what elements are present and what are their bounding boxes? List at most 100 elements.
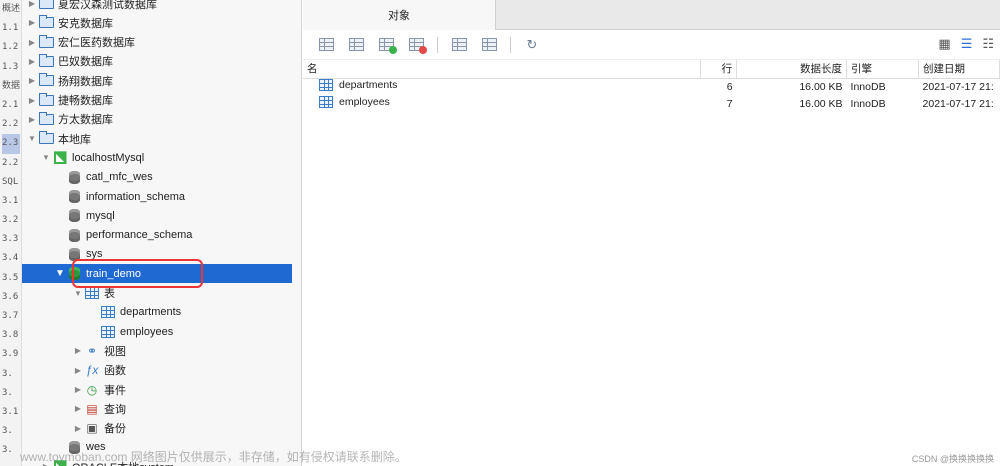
sidebar-item-事件[interactable]: ▶ ◷ 事件 — [22, 380, 292, 399]
chevron-right-icon[interactable]: ▶ — [26, 57, 38, 66]
chevron-down-icon[interactable]: ▼ — [54, 268, 66, 279]
export-wizard-button[interactable] — [478, 35, 500, 55]
sidebar-item-夏宏汉森测试数据库[interactable]: ▶ 夏宏汉森测试数据库 — [22, 0, 292, 13]
sidebar-item-扬翔数据库[interactable]: ▶ 扬翔数据库 — [22, 71, 292, 90]
folder-icon — [38, 34, 54, 49]
sidebar-item-information_schema[interactable]: information_schema — [22, 187, 292, 206]
created-date: 2021-07-17 21: — [922, 97, 994, 110]
line-number: 3.7 — [2, 311, 19, 321]
column-header-rows[interactable]: 行 — [700, 60, 738, 79]
sidebar-item-employees[interactable]: employees — [22, 322, 292, 341]
line-number: 概述 — [2, 4, 21, 14]
line-number: 3. — [2, 387, 13, 398]
sidebar-item-备份[interactable]: ▶ ▣ 备份 — [22, 419, 292, 438]
folder-icon — [38, 92, 54, 107]
folder-icon — [38, 111, 54, 126]
chevron-right-icon[interactable]: ▶ — [26, 38, 38, 47]
chevron-down-icon[interactable]: ▼ — [72, 289, 84, 298]
sidebar-item-安克数据库[interactable]: ▶ 安克数据库 — [22, 13, 292, 32]
chevron-right-icon[interactable]: ▶ — [26, 18, 38, 27]
chevron-down-icon[interactable]: ▼ — [40, 153, 52, 162]
line-number: 3.1 — [2, 406, 19, 417]
sidebar-item-label: 查询 — [104, 403, 126, 416]
column-header-data-length[interactable]: 数据长度 — [736, 60, 848, 79]
row-count: 6 — [726, 80, 733, 93]
table-name: employees — [339, 96, 390, 108]
chevron-right-icon[interactable]: ▶ — [72, 424, 84, 433]
grid-view-icon[interactable]: ▦ — [938, 36, 950, 52]
sidebar-item-巴奴数据库[interactable]: ▶ 巴奴数据库 — [22, 52, 292, 71]
delete-table-button[interactable] — [405, 35, 427, 55]
detail-view-icon[interactable]: ☷ — [982, 36, 994, 52]
line-number: 数据 — [2, 80, 21, 91]
sidebar-item-本地库[interactable]: ▼ 本地库 — [22, 129, 292, 148]
line-number: 3.8 — [2, 330, 19, 341]
table-row[interactable]: employees 7 16.00 KB InnoDB 2021-07-17 2… — [303, 95, 1000, 112]
table-row[interactable]: departments 6 16.00 KB InnoDB 2021-07-17… — [303, 78, 1000, 95]
line-number: 2.2 — [2, 119, 19, 130]
sidebar-item-label: employees — [120, 325, 174, 338]
refresh-button[interactable]: ↻ — [521, 35, 543, 55]
sidebar-item-label: 安克数据库 — [58, 17, 113, 30]
import-wizard-button[interactable] — [448, 35, 470, 55]
tab-objects[interactable]: 对象 — [303, 0, 496, 30]
sidebar-item-label: 视图 — [104, 345, 126, 358]
folder-icon — [38, 0, 54, 11]
line-number: 2.2 — [2, 157, 19, 168]
sidebar-item-departments[interactable]: departments — [22, 303, 292, 322]
engine: InnoDB — [850, 80, 886, 93]
sidebar-item-label: 本地库 — [58, 133, 91, 146]
sidebar-item-performance_schema[interactable]: performance_schema — [22, 226, 292, 245]
toolbar-divider — [510, 36, 511, 53]
folder-icon — [38, 131, 54, 146]
line-number: SQL — [2, 176, 19, 187]
chevron-right-icon[interactable]: ▶ — [72, 346, 84, 355]
chevron-right-icon[interactable]: ▶ — [26, 96, 38, 105]
sidebar-item-宏仁医药数据库[interactable]: ▶ 宏仁医药数据库 — [22, 33, 292, 52]
table-icon — [319, 79, 333, 92]
chevron-right-icon[interactable]: ▶ — [72, 385, 84, 394]
table-icon — [319, 96, 333, 108]
sidebar-item-label: 备份 — [104, 423, 126, 436]
sidebar-item-label: mysql — [86, 209, 115, 222]
sidebar-item-label: localhostMysql — [72, 151, 145, 164]
chevron-right-icon[interactable]: ▶ — [72, 404, 84, 413]
event-icon: ◷ — [86, 382, 98, 397]
chevron-down-icon[interactable]: ▼ — [26, 134, 38, 143]
sidebar-item-查询[interactable]: ▶ ▤ 查询 — [22, 399, 292, 418]
export-icon — [481, 38, 497, 51]
line-number: 2.3 — [2, 134, 21, 154]
data-length: 16.00 KB — [799, 97, 843, 110]
sidebar-item-localhostmysql[interactable]: ▼ localhostMysql — [22, 148, 292, 167]
folder-icon — [38, 15, 54, 30]
background-editor-strip: 概述 1.1 1.2 1.3 数据 2.1 2.2 2.3 2.2 SQL 3.1 3.2 3.3 3.4… — [0, 0, 22, 466]
line-number: 3.9 — [2, 349, 19, 360]
chevron-right-icon[interactable]: ▶ — [26, 76, 38, 85]
column-header-created-date[interactable]: 创建日期 — [918, 60, 1000, 79]
sidebar-item-label: information_schema — [86, 190, 186, 203]
design-table-button[interactable] — [345, 35, 367, 55]
column-header-engine[interactable]: 引擎 — [846, 60, 920, 79]
sidebar-item-方太数据库[interactable]: ▶ 方太数据库 — [22, 110, 292, 129]
sidebar-item-label: performance_schema — [86, 229, 193, 242]
sidebar-item-函数[interactable]: ▶ ƒx 函数 — [22, 361, 292, 380]
line-number-gutter: 概述 1.1 1.2 1.3 数据 2.1 2.2 2.3 2.2 SQL 3.1 3.2 3.3 3.4… — [2, 0, 21, 461]
sidebar-item-catl_mfc_wes[interactable]: catl_mfc_wes — [22, 168, 292, 187]
sidebar-item-mysql[interactable]: mysql — [22, 206, 292, 225]
new-table-icon — [378, 38, 397, 54]
open-table-button[interactable] — [315, 35, 337, 55]
column-header-name[interactable]: 名 — [303, 60, 702, 79]
open-table-icon — [318, 38, 334, 51]
chevron-right-icon[interactable]: ▶ — [72, 366, 84, 375]
sidebar-item-label: departments — [120, 306, 182, 319]
mysql-connection-icon — [52, 151, 68, 165]
line-number: 3.4 — [2, 253, 19, 264]
new-table-button[interactable] — [375, 35, 397, 55]
sidebar-item-捷畅数据库[interactable]: ▶ 捷畅数据库 — [22, 91, 292, 110]
view-icon: ⚭ — [86, 343, 98, 358]
chevron-right-icon[interactable]: ▶ — [26, 0, 38, 8]
chevron-right-icon[interactable]: ▶ — [26, 115, 38, 124]
list-view-icon[interactable]: ☰ — [961, 36, 973, 52]
refresh-icon: ↻ — [526, 36, 538, 52]
sidebar-item-视图[interactable]: ▶ ⚭ 视图 — [22, 341, 292, 360]
